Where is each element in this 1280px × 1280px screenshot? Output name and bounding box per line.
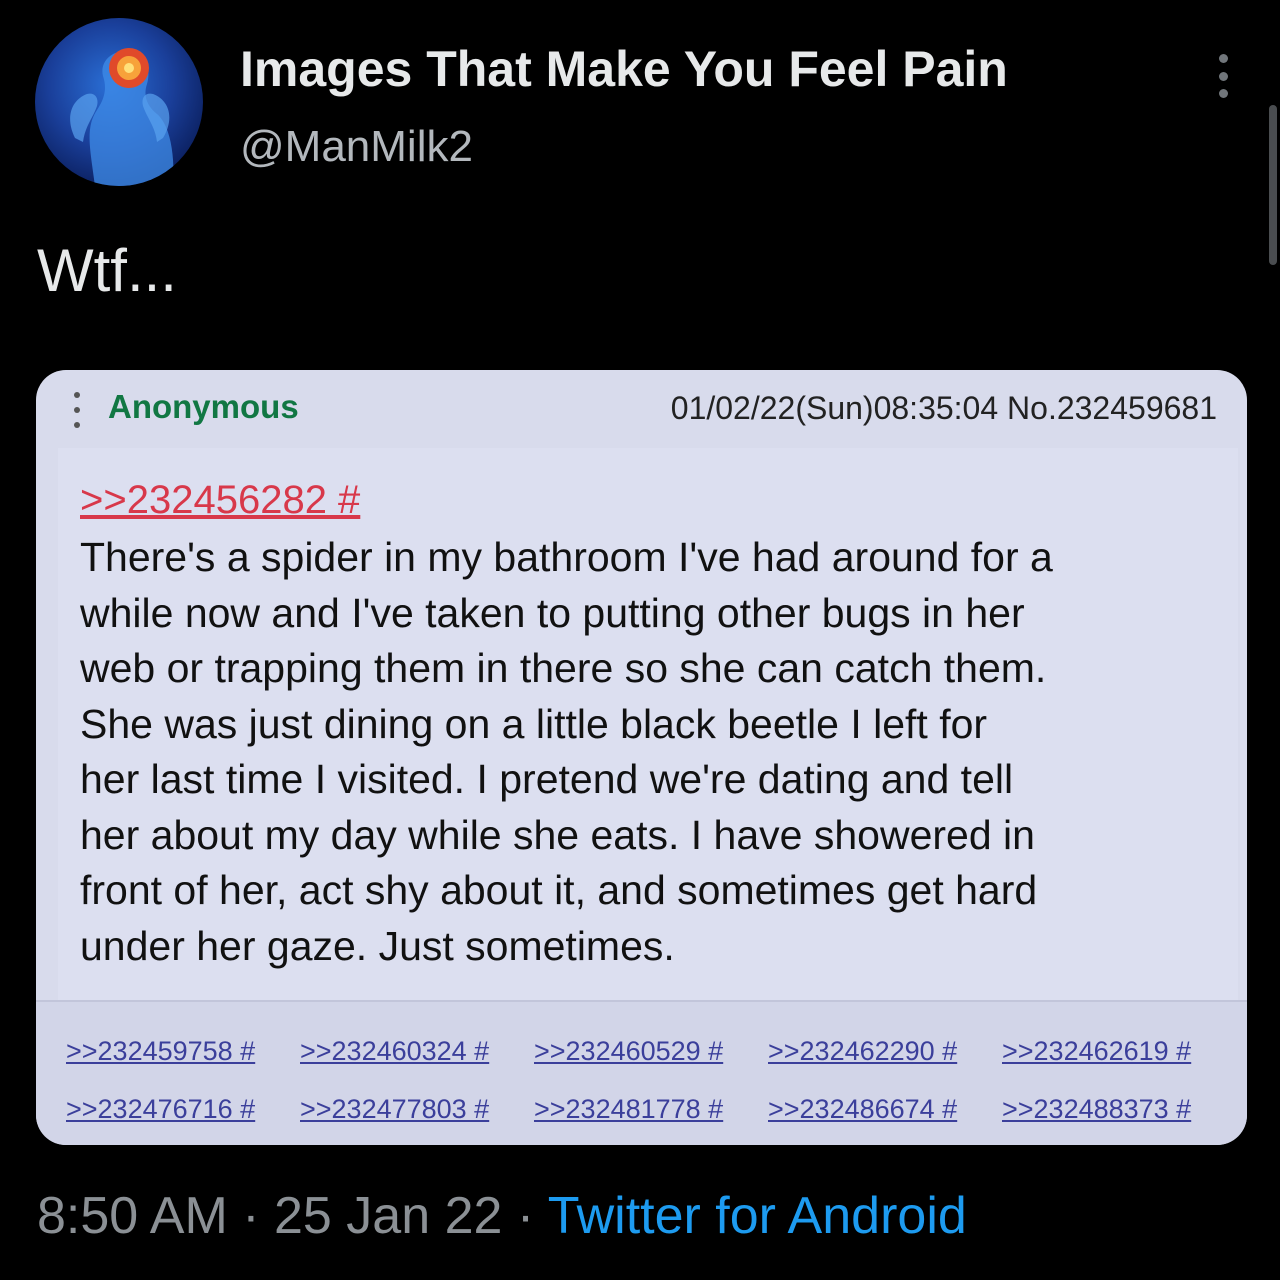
- attached-image[interactable]: Anonymous 01/02/22(Sun)08:35:04 No.23245…: [36, 370, 1247, 1145]
- reply-link[interactable]: >>232488373 #: [1002, 1094, 1236, 1125]
- reply-link[interactable]: >>232460529 #: [534, 1036, 768, 1067]
- tweet-date[interactable]: 25 Jan 22: [274, 1187, 502, 1245]
- post-body-line: her about my day while she eats. I have …: [80, 811, 1035, 858]
- reply-link[interactable]: >>232459758 #: [66, 1036, 300, 1067]
- post-body-line: There's a spider in my bathroom I've had…: [80, 534, 1053, 580]
- reply-link[interactable]: >>232477803 #: [300, 1094, 534, 1125]
- separator: ·: [227, 1187, 275, 1245]
- poster-name: Anonymous: [108, 388, 299, 425]
- separator: ·: [502, 1187, 548, 1245]
- post-body-line: while now and I've taken to putting othe…: [80, 589, 1025, 636]
- tweet-source-link[interactable]: Twitter for Android: [548, 1187, 967, 1245]
- scrollbar[interactable]: [1269, 105, 1277, 265]
- post-body-line: web or trapping them in there so she can…: [80, 645, 1047, 691]
- reply-link[interactable]: >>232462619 #: [1002, 1036, 1236, 1067]
- post-body-line: front of her, act shy about it, and some…: [80, 867, 1038, 913]
- reply-link[interactable]: >>232462290 #: [768, 1036, 1002, 1067]
- reply-links: >>232459758 # >>232460324 # >>232460529 …: [36, 1000, 1247, 1145]
- more-options-icon[interactable]: [1208, 54, 1238, 98]
- post-body: There's a spider in my bathroom I've had…: [80, 530, 1220, 974]
- post-meta: 01/02/22(Sun)08:35:04 No.232459681: [670, 390, 1217, 426]
- tweet-text: Wtf...: [37, 237, 177, 304]
- avatar-headache-image: [70, 48, 174, 186]
- display-name[interactable]: Images That Make You Feel Pain: [240, 40, 1008, 98]
- post-body-line: She was just dining on a little black be…: [80, 700, 988, 747]
- tweet-time[interactable]: 8:50 AM: [37, 1187, 228, 1245]
- post-body-line: her last time I visited. I pretend we're…: [80, 756, 1014, 802]
- reply-link[interactable]: >>232486674 #: [768, 1094, 1002, 1125]
- post-header: Anonymous 01/02/22(Sun)08:35:04 No.23245…: [36, 370, 1247, 448]
- user-handle[interactable]: @ManMilk2: [240, 122, 473, 172]
- post-body-line: under her gaze. Just sometimes.: [80, 922, 675, 969]
- reply-row: >>232459758 # >>232460324 # >>232460529 …: [66, 1036, 1236, 1067]
- tweet-footer: 8:50 AM · 25 Jan 22 · Twitter for Androi…: [37, 1186, 967, 1246]
- reply-link[interactable]: >>232476716 #: [66, 1094, 300, 1125]
- reply-link[interactable]: >>232481778 #: [534, 1094, 768, 1125]
- quote-link[interactable]: >>232456282 #: [80, 478, 360, 523]
- reply-row: >>232476716 # >>232477803 # >>232481778 …: [66, 1094, 1236, 1125]
- reply-link[interactable]: >>232460324 #: [300, 1036, 534, 1067]
- avatar[interactable]: [35, 18, 203, 186]
- post-menu-icon[interactable]: [72, 392, 82, 428]
